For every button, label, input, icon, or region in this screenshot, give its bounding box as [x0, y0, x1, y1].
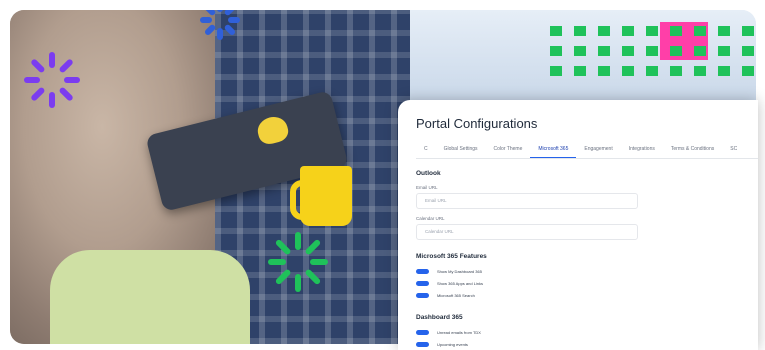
green-dot — [646, 26, 658, 36]
green-dot — [598, 66, 610, 76]
green-dot — [694, 26, 706, 36]
toggle-switch[interactable] — [416, 280, 429, 286]
green-dot — [574, 66, 586, 76]
toggle-row[interactable]: Show My Dashboard 365 — [416, 267, 482, 275]
green-dot — [694, 46, 706, 56]
outlook-section-title: Outlook — [416, 170, 441, 177]
green-dot — [550, 66, 562, 76]
tab-c[interactable]: C — [416, 144, 436, 158]
tab-global-settings[interactable]: Global Settings — [436, 144, 486, 158]
tab-terms-conditions[interactable]: Terms & Conditions — [663, 144, 722, 158]
burst-ray — [295, 232, 301, 250]
portal-configurations-panel: Portal Configurations C Global Settings … — [398, 100, 758, 350]
tab-bar: C Global Settings Color Theme Microsoft … — [416, 144, 758, 159]
page-title: Portal Configurations — [416, 116, 538, 131]
burst-ray — [200, 17, 212, 23]
tab-microsoft-365[interactable]: Microsoft 365 — [530, 144, 577, 158]
green-dot — [694, 66, 706, 76]
email-url-placeholder: Email URL — [425, 198, 447, 203]
tab-engagement[interactable]: Engagement — [576, 144, 620, 158]
toggle-switch[interactable] — [416, 268, 429, 274]
green-dots-decoration — [550, 26, 756, 76]
green-dot — [622, 66, 634, 76]
toggle-row[interactable]: Show 365 Apps and Links — [416, 279, 483, 287]
green-dot — [742, 66, 754, 76]
green-dot — [574, 46, 586, 56]
green-dot — [622, 26, 634, 36]
green-dot — [622, 46, 634, 56]
toggle-label: Microsoft 365 Search — [437, 292, 475, 298]
features-section-title: Microsoft 365 Features — [416, 253, 487, 260]
toggle-switch[interactable] — [416, 292, 429, 298]
burst-ray — [24, 77, 40, 83]
toggle-row[interactable]: Microsoft 365 Search — [416, 291, 475, 299]
burst-ray — [49, 52, 55, 68]
toggle-switch[interactable] — [416, 341, 429, 347]
tab-integrations[interactable]: Integrations — [621, 144, 663, 158]
green-dot — [718, 46, 730, 56]
green-dot — [670, 66, 682, 76]
green-dot — [598, 46, 610, 56]
burst-ray — [310, 259, 328, 265]
green-skirt — [50, 250, 250, 344]
green-dot — [550, 46, 562, 56]
green-dot — [550, 26, 562, 36]
green-dot — [574, 26, 586, 36]
green-dot — [670, 26, 682, 36]
green-dot — [742, 46, 754, 56]
green-dot — [742, 26, 754, 36]
email-url-field[interactable]: Email URL — [416, 193, 638, 209]
green-dot — [718, 26, 730, 36]
green-dot — [646, 46, 658, 56]
tab-color-theme[interactable]: Color Theme — [486, 144, 531, 158]
green-dot — [646, 66, 658, 76]
burst-ray — [268, 259, 286, 265]
toggle-switch[interactable] — [416, 329, 429, 335]
burst-ray — [295, 274, 301, 292]
burst-ray — [49, 92, 55, 108]
toggle-row[interactable]: Unread emails from TDX — [416, 328, 481, 336]
calendar-url-label: Calendar URL — [416, 216, 445, 221]
green-dot — [670, 46, 682, 56]
email-url-label: Email URL — [416, 185, 438, 190]
burst-ray — [228, 17, 240, 23]
green-dot — [718, 66, 730, 76]
toggle-label: Upcoming events — [437, 341, 468, 347]
tablet-logo-icon — [255, 113, 291, 147]
toggle-label: Show 365 Apps and Links — [437, 280, 484, 286]
calendar-url-placeholder: Calendar URL — [425, 229, 454, 234]
tab-sc[interactable]: SC — [722, 144, 745, 158]
toggle-row[interactable]: Upcoming events — [416, 340, 468, 348]
toggle-label: Show My Dashboard 365 — [437, 268, 482, 274]
calendar-url-field[interactable]: Calendar URL — [416, 224, 638, 240]
yellow-mug — [300, 166, 352, 226]
burst-ray — [64, 77, 80, 83]
dashboard-section-title: Dashboard 365 — [416, 314, 463, 321]
green-dot — [598, 26, 610, 36]
burst-ray — [217, 28, 223, 40]
toggle-label: Unread emails from TDX — [437, 329, 481, 335]
